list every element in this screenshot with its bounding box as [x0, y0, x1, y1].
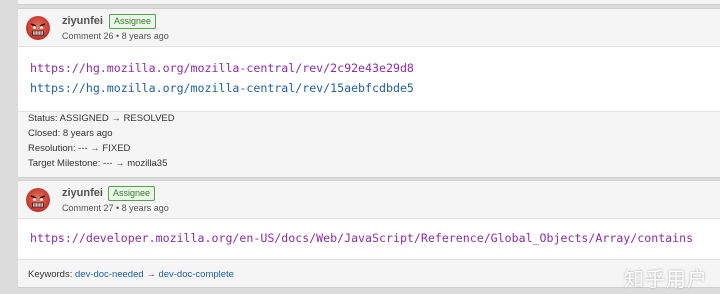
change-list: Keywords: dev-doc-needed → dev-doc-compl…	[28, 267, 234, 282]
comment-meta[interactable]: Comment 26 • 8 years ago	[62, 31, 169, 41]
change-arrow: →	[146, 269, 156, 280]
mdn-doc-link[interactable]: https://developer.mozilla.org/en-US/docs…	[30, 231, 693, 245]
closed-change: Closed: 8 years ago	[28, 128, 113, 139]
revision-link[interactable]: https://hg.mozilla.org/mozilla-central/r…	[30, 81, 414, 95]
comment-26: ziyunfei Assignee Comment 26 • 8 years a…	[18, 8, 720, 178]
author-name[interactable]: ziyunfei	[62, 15, 103, 27]
milestone-change: Target Milestone: --- → mozilla35	[28, 158, 168, 169]
comment-27: ziyunfei Assignee Comment 27 • 8 years a…	[18, 180, 720, 288]
revision-link[interactable]: https://hg.mozilla.org/mozilla-central/r…	[30, 61, 414, 75]
assignee-badge: Assignee	[109, 14, 157, 29]
comment-body: https://hg.mozilla.org/mozilla-central/r…	[18, 46, 720, 112]
status-change: Status: ASSIGNED → RESOLVED	[28, 113, 175, 124]
keyword-new-link[interactable]: dev-doc-complete	[158, 269, 234, 280]
comment-meta[interactable]: Comment 27 • 8 years ago	[62, 203, 169, 213]
watermark: 知乎用户	[624, 267, 708, 291]
comment-header: ziyunfei Assignee Comment 27 • 8 years a…	[18, 181, 720, 219]
assignee-badge: Assignee	[108, 186, 156, 201]
previous-comment-edge	[18, 0, 720, 5]
angry-face-avatar-icon[interactable]	[26, 188, 50, 212]
comment-header: ziyunfei Assignee Comment 26 • 8 years a…	[18, 9, 720, 47]
author-name[interactable]: ziyunfei	[62, 187, 103, 199]
change-list: Status: ASSIGNED → RESOLVED Closed: 8 ye…	[28, 111, 175, 171]
keywords-change: Keywords: dev-doc-needed → dev-doc-compl…	[28, 267, 234, 282]
angry-face-avatar-icon[interactable]	[26, 16, 50, 40]
comment-body: https://developer.mozilla.org/en-US/docs…	[18, 218, 720, 260]
resolution-change: Resolution: --- → FIXED	[28, 143, 131, 154]
keywords-label: Keywords:	[28, 269, 73, 280]
keyword-old-link[interactable]: dev-doc-needed	[75, 269, 144, 280]
